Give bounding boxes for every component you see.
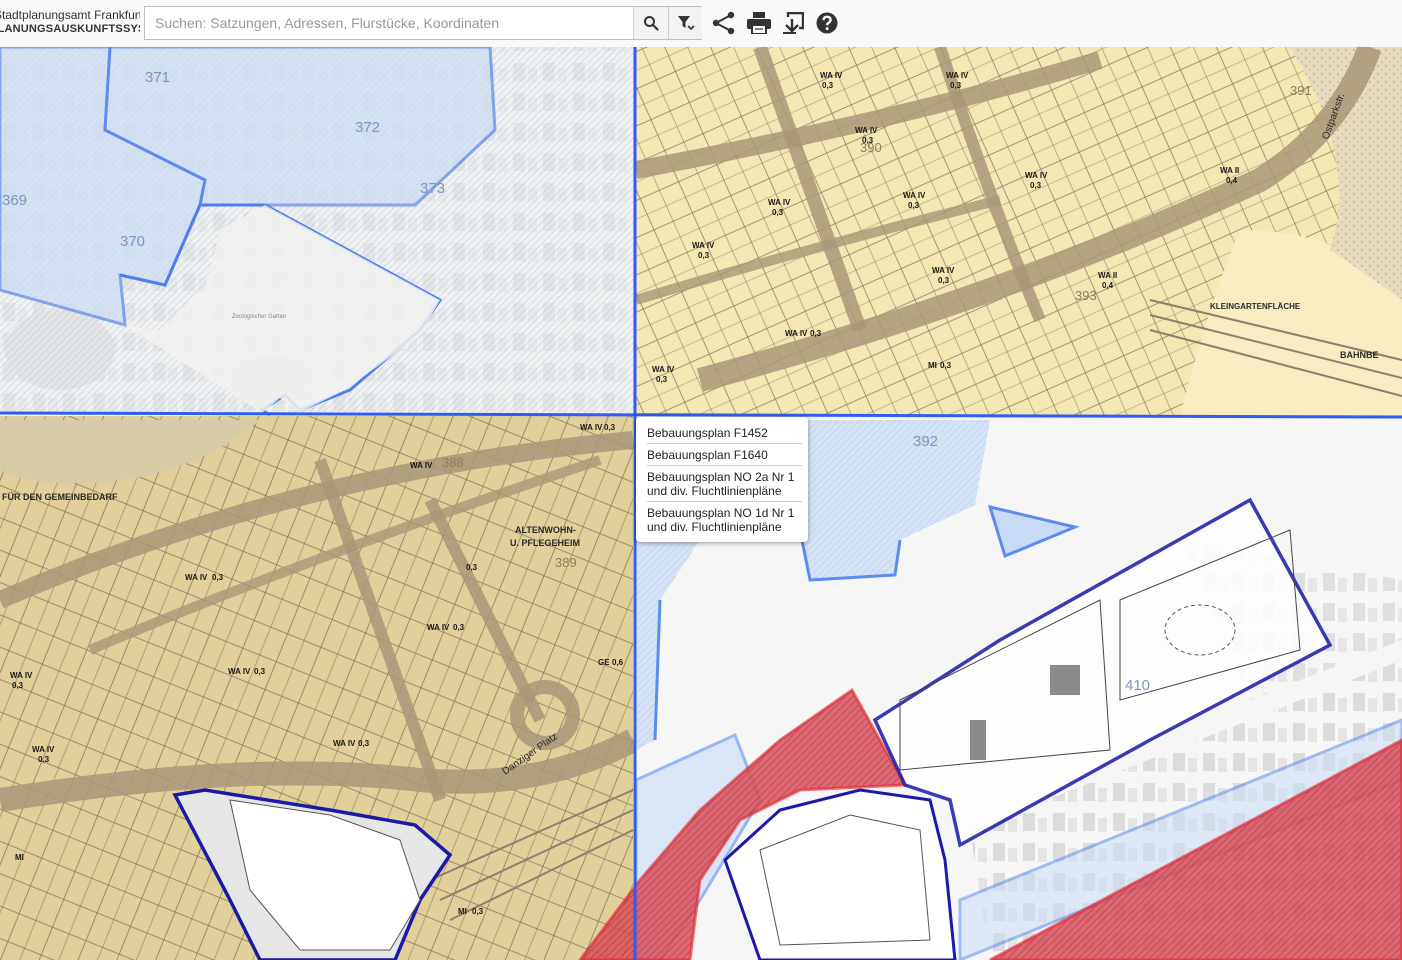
zone-wa-iv: WA IV — [32, 745, 55, 754]
label-zoo: Zoologischer Garten — [232, 314, 286, 320]
filter-button[interactable] — [668, 7, 702, 39]
org-name: Stadtplanungsamt Frankfurt am Main — [0, 8, 140, 22]
share-button[interactable] — [711, 10, 737, 36]
zone-wa-iv: WA IV — [652, 365, 675, 374]
zone-0-3: 0,3 — [908, 201, 920, 210]
zone-0-3: 0,3 — [940, 361, 952, 370]
zone-wa-iv: WA IV — [580, 423, 603, 432]
feature-info-popup: Bebauungsplan F1452 Bebauungsplan F1640 … — [636, 417, 808, 542]
zone-wa-iv: WA IV — [1025, 171, 1048, 180]
district-370: 370 — [120, 233, 145, 250]
district-373: 373 — [420, 180, 445, 197]
zone-mi: MI — [928, 361, 937, 370]
district-410: 410 — [1125, 677, 1150, 694]
label-kleingartenflaeche: KLEINGARTENFLÄCHE — [1210, 302, 1301, 311]
zone-0-3: 0,3 — [472, 907, 484, 916]
zone-wa-iv: WA IV — [10, 671, 33, 680]
zone-0-3: 0,3 — [950, 81, 962, 90]
label-gemeinbedarf: FÜR DEN GEMEINBEDARF — [2, 492, 118, 502]
district-391: 391 — [1290, 83, 1312, 98]
zone-0-3: 0,3 — [12, 681, 24, 690]
zone-wa-iv: WA IV — [427, 623, 450, 632]
search-input[interactable] — [145, 7, 633, 39]
zone-0-3: 0,3 — [466, 563, 478, 572]
popup-item-plan-no-1d[interactable]: Bebauungsplan NO 1d Nr 1 und div. Flucht… — [647, 502, 802, 537]
popup-item-plan-f1452[interactable]: Bebauungsplan F1452 — [647, 422, 802, 444]
zone-wa-iv: WA IV — [946, 71, 969, 80]
zone-wa-ii: WA II — [1220, 166, 1239, 175]
label-altenwohn: ALTENWOHN- — [515, 525, 576, 535]
search-icon — [644, 16, 659, 31]
zone-wa-iv: WA IV — [820, 71, 843, 80]
search-button[interactable] — [633, 7, 668, 39]
zone-wa-iv: WA IV — [855, 126, 878, 135]
district-389: 389 — [555, 555, 577, 570]
zone-0-3: 0,3 — [772, 208, 784, 217]
zone-0-4: 0,4 — [1102, 281, 1114, 290]
share-icon — [712, 11, 735, 35]
basemap-top-right-plan — [634, 42, 1402, 416]
help-button[interactable] — [814, 10, 840, 36]
zone-wa-ii: WA II — [1098, 271, 1117, 280]
zone-wa-iv: WA IV — [333, 739, 356, 748]
zone-wa-iv: WA IV — [903, 191, 926, 200]
zone-0-6: 0,6 — [612, 658, 624, 667]
zone-wa-iv: WA IV — [185, 573, 208, 582]
zone-wa-iv: WA IV — [932, 266, 955, 275]
zone-0-3: 0,3 — [822, 81, 834, 90]
district-372: 372 — [355, 119, 380, 136]
zone-0-3: 0,3 — [1030, 181, 1042, 190]
help-icon — [816, 12, 838, 34]
zone-0-3: 0,3 — [604, 423, 616, 432]
zone-wa-iv: WA IV — [410, 461, 433, 470]
zone-wa-iv: WA IV — [785, 329, 808, 338]
zone-0-3: 0,3 — [656, 375, 668, 384]
plan-area-blue-top-left[interactable] — [0, 45, 635, 417]
app-header: Stadtplanungsamt Frankfurt am Main PLANU… — [0, 0, 1402, 47]
popup-item-plan-no-2a[interactable]: Bebauungsplan NO 2a Nr 1 und div. Flucht… — [647, 466, 802, 502]
print-button[interactable] — [746, 10, 772, 36]
district-393: 393 — [1075, 288, 1097, 303]
district-369: 369 — [2, 192, 27, 209]
zone-0-3: 0,3 — [698, 251, 710, 260]
search-box — [144, 6, 702, 40]
zone-0-3: 0,3 — [453, 623, 465, 632]
export-icon — [783, 12, 804, 34]
zone-0-3: 0,3 — [212, 573, 224, 582]
zone-0-3: 0,3 — [938, 276, 950, 285]
label-pflegeheim: U. PFLEGEHEIM — [510, 538, 580, 548]
zone-wa-iv: WA IV — [228, 667, 251, 676]
popup-item-plan-f1640[interactable]: Bebauungsplan F1640 — [647, 444, 802, 466]
export-button[interactable] — [780, 10, 806, 36]
zone-wa-iv: WA IV — [768, 198, 791, 207]
district-392: 392 — [913, 433, 938, 450]
zone-ge: GE — [598, 658, 610, 667]
system-name: PLANUNGSAUSKUNFTSSYSTEM — [0, 23, 140, 35]
zone-0-4: 0,4 — [1226, 176, 1238, 185]
zone-0-3: 0,3 — [254, 667, 266, 676]
zone-mi: MI — [15, 853, 24, 862]
zone-0-3: 0,3 — [862, 136, 874, 145]
zone-wa-iv: WA IV — [692, 241, 715, 250]
zone-0-3: 0,3 — [358, 739, 370, 748]
zone-0-3: 0,3 — [810, 329, 822, 338]
district-371: 371 — [145, 69, 170, 86]
label-bahnbe: BAHNBE — [1340, 350, 1379, 360]
print-icon — [747, 12, 771, 34]
brand: Stadtplanungsamt Frankfurt am Main PLANU… — [0, 8, 140, 36]
filter-icon — [677, 16, 695, 31]
zone-0-3: 0,3 — [38, 755, 50, 764]
district-388: 388 — [442, 455, 464, 470]
zone-mi: MI — [458, 907, 467, 916]
